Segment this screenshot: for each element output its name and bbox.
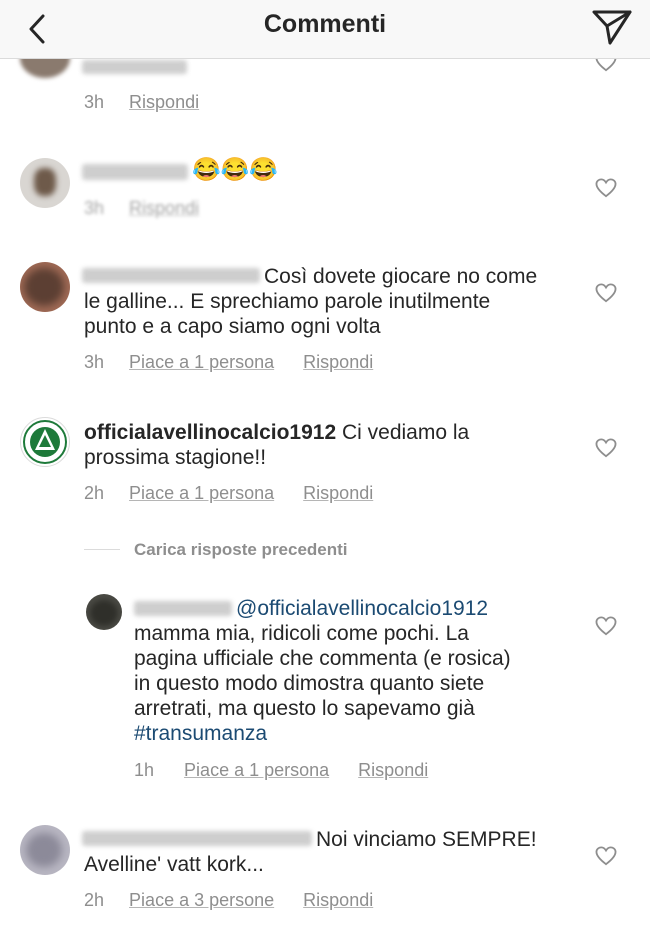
reply-link[interactable]: Rispondi [303, 890, 373, 910]
share-button[interactable] [590, 7, 634, 47]
comment-text: officialavellinocalcio1912 Ci vediamo la [84, 421, 470, 444]
heart-icon[interactable] [595, 283, 617, 303]
avatar[interactable] [20, 262, 70, 312]
avatar[interactable] [20, 825, 70, 875]
username-blurred[interactable] [82, 164, 188, 180]
username-blurred[interactable] [134, 601, 232, 616]
club-crest-icon [23, 420, 67, 464]
load-previous-replies[interactable]: Carica risposte precedenti [134, 540, 348, 560]
avatar-official-logo[interactable] [20, 417, 70, 467]
likes-link[interactable]: Piace a 1 persona [129, 352, 274, 372]
comment-text-line: le galline... E sprechiamo parole inutil… [84, 290, 491, 313]
comment-meta: 2h Piace a 1 persona Rispondi [84, 483, 373, 504]
comment-time: 2h [84, 890, 105, 910]
avatar[interactable] [86, 594, 122, 630]
likes-link[interactable]: Piace a 1 persona [129, 483, 274, 503]
reply-link[interactable]: Rispondi [129, 198, 199, 218]
reply-link[interactable]: Rispondi [303, 352, 373, 372]
heart-icon[interactable] [595, 438, 617, 458]
comment-time: 1h [134, 760, 155, 780]
comment-time: 3h [84, 92, 105, 112]
avatar[interactable] [20, 158, 70, 208]
reply-mention[interactable]: @officialavellinocalcio1912 [236, 596, 488, 621]
comment-text-line: prossima stagione!! [84, 446, 267, 469]
reply-text-line: arretrati, ma questo lo sapevamo già [134, 697, 475, 720]
comment-meta: 3h Rispondi [84, 92, 199, 113]
username-blurred[interactable] [82, 268, 260, 283]
page-title: Commenti [263, 10, 387, 38]
comment-text-line: Così dovete giocare no come [264, 265, 538, 288]
reply-link[interactable]: Rispondi [358, 760, 428, 780]
comment-meta: 3h Rispondi [84, 198, 199, 219]
comment-time: 3h [84, 198, 105, 218]
likes-link[interactable]: Piace a 1 persona [184, 760, 329, 780]
reply-text-line: mamma mia, ridicoli come pochi. La [134, 622, 469, 645]
replies-divider [84, 549, 120, 550]
hashtag-link[interactable]: #transumanza [134, 721, 267, 746]
comment-text-line: Noi vinciamo SEMPRE! [316, 828, 537, 851]
heart-icon[interactable] [595, 846, 617, 866]
comment-text: 😂😂😂 [192, 156, 278, 182]
send-paper-plane-icon [592, 10, 632, 45]
comment-text-line: Avelline' vatt kork... [84, 853, 264, 876]
reply-link[interactable]: Rispondi [303, 483, 373, 503]
comment-time: 2h [84, 483, 105, 503]
comment-meta: 2h Piace a 3 persone Rispondi [84, 890, 373, 911]
reply-text-line: pagina ufficiale che commenta (e rosica) [134, 647, 511, 670]
header-bar: Commenti [0, 0, 650, 59]
comment-text-line: punto e a capo siamo ogni volta [84, 315, 381, 338]
username-blurred[interactable] [82, 831, 312, 846]
reply-link[interactable]: Rispondi [129, 92, 199, 112]
reply-text-line: in questo modo dimostra quanto siete [134, 672, 485, 695]
heart-icon[interactable] [595, 178, 617, 198]
heart-icon[interactable] [595, 616, 617, 636]
username-blurred[interactable] [82, 60, 187, 74]
likes-link[interactable]: Piace a 3 persone [129, 890, 274, 910]
comment-time: 3h [84, 352, 105, 372]
username[interactable]: officialavellinocalcio1912 [84, 421, 336, 444]
comment-meta: 1h Piace a 1 persona Rispondi [134, 760, 428, 781]
comment-meta: 3h Piace a 1 persona Rispondi [84, 352, 373, 373]
